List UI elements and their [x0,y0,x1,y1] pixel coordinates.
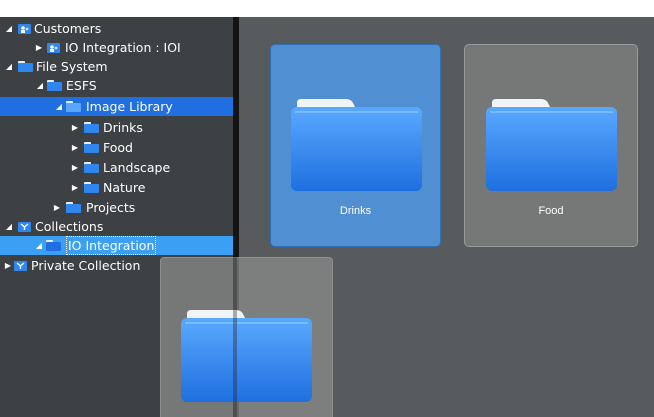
tree-item-label: Private Collection [31,258,141,273]
collapsed-triangle-icon[interactable]: ▶ [3,256,13,275]
tree-item-io-integration-ioi[interactable]: ▶ IO Integration : IOI [0,38,233,57]
expanded-triangle-icon[interactable]: ◢ [54,97,64,116]
collection-icon [18,222,31,232]
tree-item-esfs[interactable]: ◢ ESFS [0,76,233,95]
folder-icon [47,80,62,91]
tree-item-label: Food [103,140,133,155]
expanded-triangle-icon[interactable]: ◢ [34,236,44,255]
collapsed-triangle-icon[interactable]: ▶ [70,118,80,137]
window-top-bar [0,0,654,17]
expanded-triangle-icon[interactable]: ◢ [35,76,45,95]
tree-item-file-system[interactable]: ◢ File System [0,57,233,76]
tree-item-label: Collections [35,219,104,234]
collapsed-triangle-icon[interactable]: ▶ [34,38,44,57]
folder-icon [181,310,312,402]
tree-item-projects[interactable]: ▶ Projects [0,198,233,217]
folder-icon [84,182,99,193]
folder-icon [66,101,81,112]
folder-icon [84,162,99,173]
collapsed-triangle-icon[interactable]: ▶ [70,158,80,177]
tree-item-label: IO Integration : IOI [65,40,181,55]
tree-item-label: Customers [34,21,102,36]
collapsed-triangle-icon[interactable]: ▶ [52,198,62,217]
folder-icon [18,61,33,72]
folder-icon [84,122,99,133]
folder-tile-drinks[interactable]: Drinks [270,44,441,247]
expanded-triangle-icon[interactable]: ◢ [4,19,14,38]
tree-item-image-library[interactable]: ◢ Image Library [0,97,233,116]
tree-item-io-integration[interactable]: ◢ IO Integration [0,236,233,255]
tree-item-customers[interactable]: ◢ Customers [0,19,233,38]
folder-icon [291,99,422,191]
folder-tile-food[interactable]: Food [464,44,638,247]
customers-icon [18,24,31,34]
tree-item-label: IO Integration [66,236,157,255]
expanded-triangle-icon[interactable]: ◢ [4,57,14,76]
tree-item-food[interactable]: ▶ Food [0,138,233,157]
customers-icon [47,43,60,53]
collapsed-triangle-icon[interactable]: ▶ [70,178,80,197]
tile-label: Drinks [339,205,372,217]
collapsed-triangle-icon[interactable]: ▶ [70,138,80,157]
expanded-triangle-icon[interactable]: ◢ [4,217,14,236]
tree-item-drinks[interactable]: ▶ Drinks [0,118,233,137]
folder-icon [46,240,61,251]
tree-item-label: Drinks [103,120,143,135]
tree-item-collections[interactable]: ◢ Collections [0,217,233,236]
tree-item-label: Projects [86,200,136,215]
tree-item-label: File System [36,59,108,74]
drag-preview-tile [160,257,333,417]
drag-divider-shadow [233,257,237,417]
tree-item-label: Landscape [103,160,171,175]
tree-item-label: Image Library [86,99,173,114]
folder-icon [84,142,99,153]
folder-icon [486,99,617,191]
tree-item-label: ESFS [66,78,97,93]
tree-item-label: Nature [103,180,146,195]
folder-icon [66,202,81,213]
tree-item-landscape[interactable]: ▶ Landscape [0,158,233,177]
tree-item-nature[interactable]: ▶ Nature [0,178,233,197]
tile-label: Food [538,205,564,217]
collection-icon [14,261,27,271]
